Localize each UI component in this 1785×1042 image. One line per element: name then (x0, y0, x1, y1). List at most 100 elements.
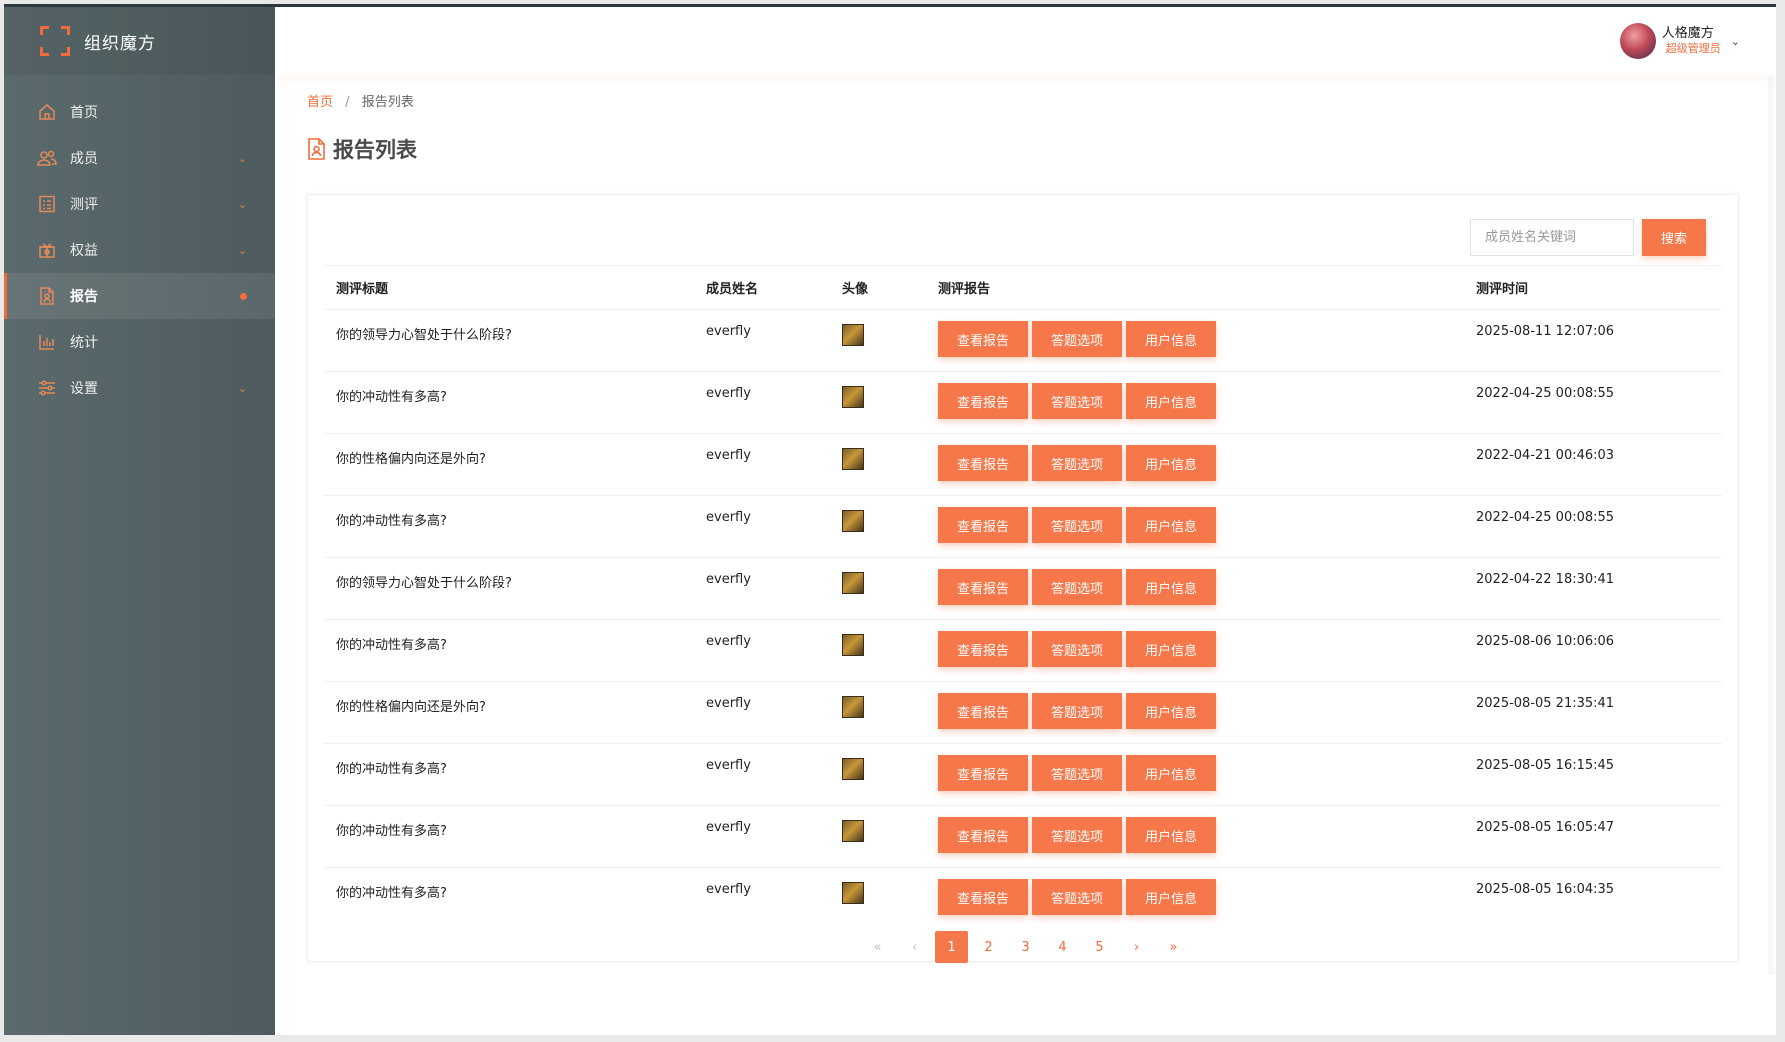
cell-time: 2025-08-05 21:35:41 (1464, 681, 1722, 744)
avatar (842, 386, 864, 408)
page-5-button[interactable]: 5 (1083, 931, 1116, 963)
view-report-button[interactable]: 查看报告 (938, 507, 1028, 543)
header-report: 测评报告 (926, 265, 1464, 310)
table-row: 你的领导力心智处于什么阶段? everfly 查看报告 答题选项 用户信息 2025-08… (324, 309, 1722, 372)
user-menu[interactable]: 人格魔方 超级管理员 ⌄ (1619, 23, 1740, 59)
user-info-button[interactable]: 用户信息 (1126, 817, 1216, 853)
answers-button[interactable]: 答题选项 (1032, 631, 1122, 667)
user-info-button[interactable]: 用户信息 (1126, 879, 1216, 915)
cell-actions: 查看报告 答题选项 用户信息 (926, 495, 1464, 558)
page-title: 报告列表 (307, 134, 1748, 164)
view-report-button[interactable]: 查看报告 (938, 631, 1028, 667)
cell-avatar (830, 681, 926, 744)
first-page-button[interactable]: « (861, 931, 894, 963)
app-window: 组织魔方 首页 成员 ⌄ 测评 ⌄ 权益 ⌄ 报告 统计 设置 ⌄ 人格魔方 超级管理员 ⌄ 首页 … (4, 4, 1776, 1035)
cell-avatar (830, 619, 926, 682)
avatar (842, 882, 864, 904)
user-info-button[interactable]: 用户信息 (1126, 631, 1216, 667)
cell-avatar (830, 743, 926, 806)
answers-button[interactable]: 答题选项 (1032, 321, 1122, 357)
sidebar-item-5[interactable]: 统计 (4, 319, 275, 365)
answers-button[interactable]: 答题选项 (1032, 755, 1122, 791)
cell-name: everfly (694, 557, 830, 620)
user-info-button[interactable]: 用户信息 (1126, 445, 1216, 481)
sidebar-item-4[interactable]: 报告 (4, 273, 275, 319)
view-report-button[interactable]: 查看报告 (938, 383, 1028, 419)
page-2-button[interactable]: 2 (972, 931, 1005, 963)
user-info-button[interactable]: 用户信息 (1126, 321, 1216, 357)
cell-name: everfly (694, 495, 830, 558)
users-icon (36, 147, 58, 169)
answers-button[interactable]: 答题选项 (1032, 817, 1122, 853)
next-page-button[interactable]: › (1120, 931, 1153, 963)
avatar (842, 510, 864, 532)
cell-actions: 查看报告 答题选项 用户信息 (926, 309, 1464, 372)
sidebar-item-label: 测评 (70, 197, 98, 213)
cell-avatar (830, 495, 926, 558)
cell-title: 你的性格偏内向还是外向? (324, 433, 694, 496)
avatar (842, 820, 864, 842)
cell-avatar (830, 805, 926, 868)
topbar: 人格魔方 超级管理员 ⌄ (275, 7, 1776, 75)
user-info-button[interactable]: 用户信息 (1126, 755, 1216, 791)
answers-button[interactable]: 答题选项 (1032, 507, 1122, 543)
sidebar-item-label: 成员 (70, 151, 98, 167)
sidebar-nav: 首页 成员 ⌄ 测评 ⌄ 权益 ⌄ 报告 统计 设置 ⌄ (4, 89, 275, 411)
user-info-button[interactable]: 用户信息 (1126, 693, 1216, 729)
header-time: 测评时间 (1464, 265, 1722, 310)
cell-time: 2025-08-11 12:07:06 (1464, 309, 1722, 372)
last-page-button[interactable]: » (1157, 931, 1190, 963)
cell-name: everfly (694, 681, 830, 744)
answers-button[interactable]: 答题选项 (1032, 693, 1122, 729)
answers-button[interactable]: 答题选项 (1032, 383, 1122, 419)
search-button[interactable]: 搜索 (1642, 219, 1706, 256)
header-title: 测评标题 (324, 265, 694, 310)
cell-name: everfly (694, 371, 830, 434)
breadcrumb-home[interactable]: 首页 (307, 95, 333, 110)
answers-button[interactable]: 答题选项 (1032, 879, 1122, 915)
cell-actions: 查看报告 答题选项 用户信息 (926, 743, 1464, 806)
user-info-button[interactable]: 用户信息 (1126, 569, 1216, 605)
answers-button[interactable]: 答题选项 (1032, 569, 1122, 605)
cell-name: everfly (694, 805, 830, 868)
sidebar-item-label: 权益 (70, 243, 98, 259)
content: 首页 / 报告列表 报告列表 搜索 (275, 75, 1776, 962)
view-report-button[interactable]: 查看报告 (938, 445, 1028, 481)
sidebar-item-1[interactable]: 成员 ⌄ (4, 135, 275, 181)
answers-button[interactable]: 答题选项 (1032, 445, 1122, 481)
cell-title: 你的冲动性有多高? (324, 619, 694, 682)
pagination: «‹ 1 2 3 4 5 ›» (275, 931, 1776, 963)
sidebar-item-6[interactable]: 设置 ⌄ (4, 365, 275, 411)
view-report-button[interactable]: 查看报告 (938, 879, 1028, 915)
home-icon (36, 101, 58, 123)
cell-time: 2022-04-25 00:08:55 (1464, 495, 1722, 558)
page-3-button[interactable]: 3 (1009, 931, 1042, 963)
sidebar-item-3[interactable]: 权益 ⌄ (4, 227, 275, 273)
page-4-button[interactable]: 4 (1046, 931, 1079, 963)
avatar (842, 696, 864, 718)
cell-avatar (830, 557, 926, 620)
sidebar-item-0[interactable]: 首页 (4, 89, 275, 135)
cell-actions: 查看报告 答题选项 用户信息 (926, 805, 1464, 868)
brand[interactable]: 组织魔方 (4, 7, 275, 75)
table-row: 你的性格偏内向还是外向? everfly 查看报告 答题选项 用户信息 2022-04-2… (324, 433, 1722, 496)
page-1-button[interactable]: 1 (935, 931, 968, 963)
view-report-button[interactable]: 查看报告 (938, 755, 1028, 791)
sidebar-item-2[interactable]: 测评 ⌄ (4, 181, 275, 227)
user-info-button[interactable]: 用户信息 (1126, 383, 1216, 419)
view-report-button[interactable]: 查看报告 (938, 569, 1028, 605)
header-avatar: 头像 (830, 265, 926, 310)
main-area: 人格魔方 超级管理员 ⌄ 首页 / 报告列表 报告列表 成员姓名关键词 搜索 测… (275, 7, 1776, 1035)
chevron-down-icon[interactable]: ⌄ (1731, 35, 1740, 48)
cell-name: everfly (694, 433, 830, 496)
search-input[interactable] (1470, 219, 1634, 256)
view-report-button[interactable]: 查看报告 (938, 693, 1028, 729)
table-row: 你的冲动性有多高? everfly 查看报告 答题选项 用户信息 2025-08-06 1… (324, 619, 1722, 682)
user-info-button[interactable]: 用户信息 (1126, 507, 1216, 543)
prev-page-button[interactable]: ‹ (898, 931, 931, 963)
user-role: 超级管理员 (1665, 42, 1721, 55)
view-report-button[interactable]: 查看报告 (938, 817, 1028, 853)
table-row: 你的冲动性有多高? everfly 查看报告 答题选项 用户信息 2025-08-05 1… (324, 868, 1722, 930)
scrollbar[interactable] (1768, 75, 1774, 975)
view-report-button[interactable]: 查看报告 (938, 321, 1028, 357)
